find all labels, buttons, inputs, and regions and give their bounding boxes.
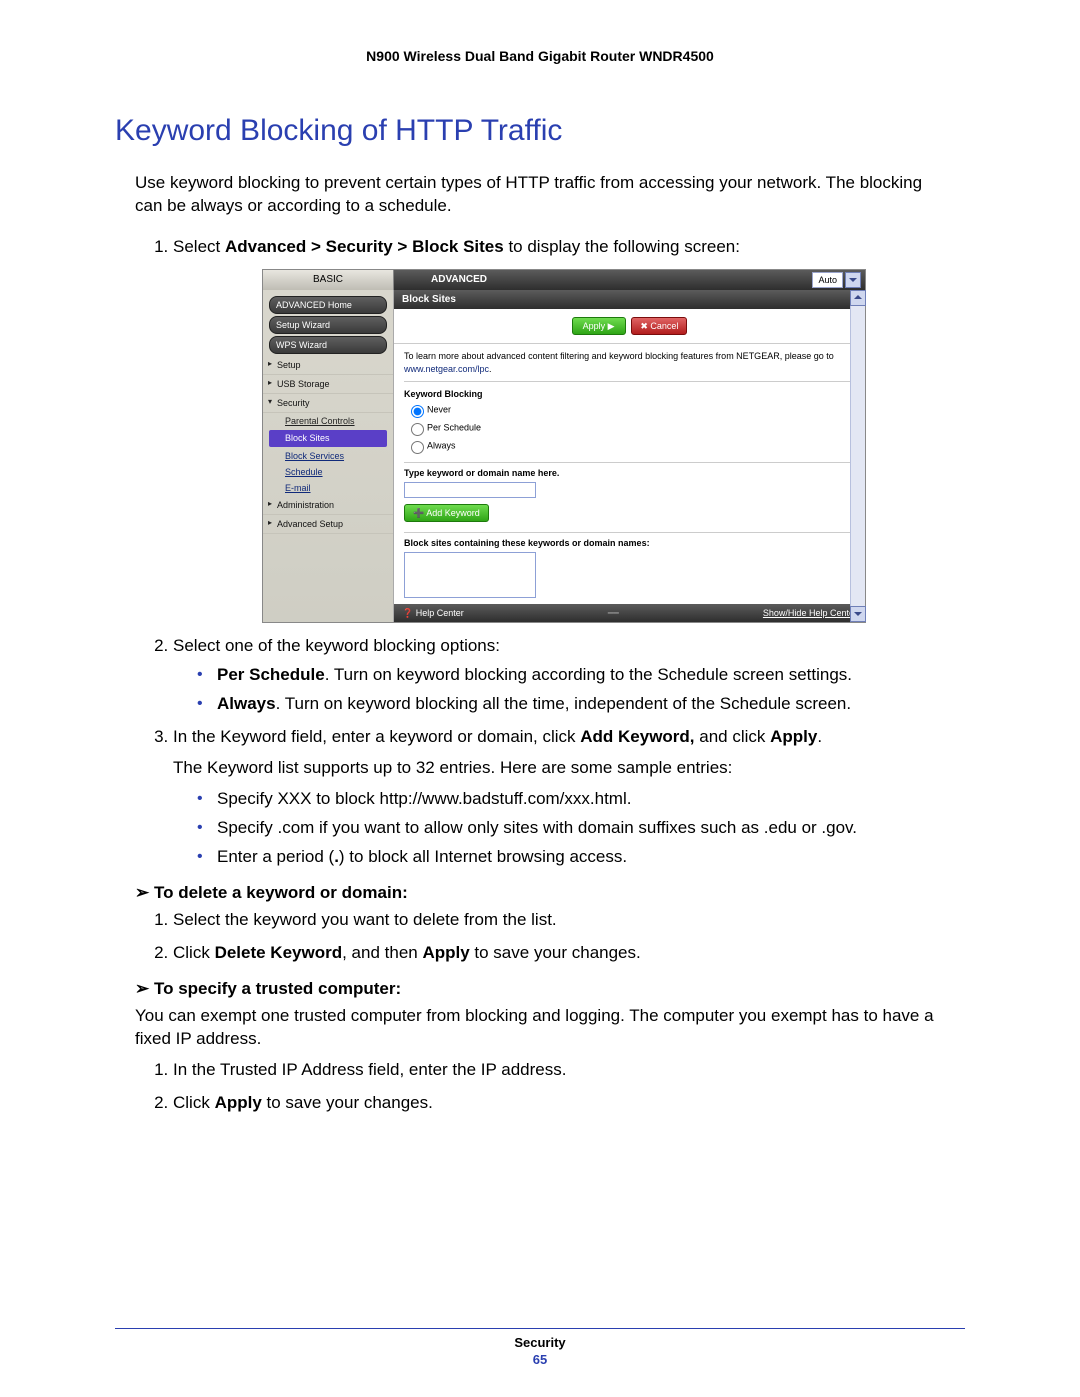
sidebar-wps-wizard[interactable]: WPS Wizard — [269, 336, 387, 354]
sidebar-item-advanced-setup[interactable]: Advanced Setup — [263, 515, 393, 534]
proc-delete-title: To delete a keyword or domain: — [135, 883, 945, 903]
sidebar-schedule[interactable]: Schedule — [263, 464, 393, 480]
sidebar-item-setup[interactable]: Setup — [263, 356, 393, 375]
sample-period: Enter a period (.) to block all Internet… — [197, 846, 955, 869]
sample-xxx: Specify XXX to block http://www.badstuff… — [197, 788, 955, 811]
proc-delete-step-2: Click Delete Keyword, and then Apply to … — [173, 942, 955, 965]
proc-trusted-title: To specify a trusted computer: — [135, 979, 945, 999]
radio-never-label: Never — [427, 404, 451, 414]
keyword-blocking-title: Keyword Blocking — [404, 388, 855, 400]
footer-rule — [115, 1328, 965, 1329]
cancel-button[interactable]: ✖ Cancel — [631, 317, 687, 335]
tab-basic[interactable]: BASIC — [263, 270, 394, 290]
step-1-path: Advanced > Security > Block Sites — [225, 237, 504, 256]
per-schedule-rest: . Turn on keyword blocking according to … — [325, 665, 852, 684]
proc-trusted-2-b: Apply — [215, 1093, 262, 1112]
sample-period-post: ) to block all Internet browsing access. — [339, 847, 627, 866]
panel-note-link[interactable]: www.netgear.com/lpc — [404, 364, 489, 374]
proc-trusted-2-pre: Click — [173, 1093, 215, 1112]
product-header: N900 Wireless Dual Band Gigabit Router W… — [115, 48, 965, 64]
footer-page-number: 65 — [115, 1352, 965, 1367]
step-2-text: Select one of the keyword blocking optio… — [173, 636, 500, 655]
proc-trusted-step-1: In the Trusted IP Address field, enter t… — [173, 1059, 955, 1082]
radio-never[interactable]: Never — [406, 402, 855, 418]
page-footer: Security 65 — [115, 1328, 965, 1367]
apply-button[interactable]: Apply ▶ — [572, 317, 626, 335]
show-hide-help[interactable]: Show/Hide Help Center — [763, 607, 857, 619]
step-3-plain: The Keyword list supports up to 32 entri… — [173, 757, 955, 780]
sidebar-item-admin[interactable]: Administration — [263, 496, 393, 515]
radio-per-schedule[interactable]: Per Schedule — [406, 420, 855, 436]
step-3-b2: Apply — [770, 727, 817, 746]
always-bold: Always — [217, 694, 276, 713]
intro-paragraph: Use keyword blocking to prevent certain … — [135, 172, 945, 218]
type-keyword-header: Type keyword or domain name here. — [404, 462, 855, 479]
block-list-box[interactable] — [404, 552, 536, 598]
step-1: Select Advanced > Security > Block Sites… — [173, 236, 955, 624]
step-3-mid: and click — [695, 727, 771, 746]
sidebar-block-sites[interactable]: Block Sites — [269, 430, 387, 446]
proc-trusted-intro: You can exempt one trusted computer from… — [135, 1005, 945, 1051]
step-3-pre: In the Keyword field, enter a keyword or… — [173, 727, 580, 746]
proc-delete-2-post: to save your changes. — [470, 943, 641, 962]
add-keyword-button[interactable]: ➕ Add Keyword — [404, 504, 489, 522]
sidebar-item-usb[interactable]: USB Storage — [263, 375, 393, 394]
radio-always-label: Always — [427, 440, 456, 450]
step-3: In the Keyword field, enter a keyword or… — [173, 726, 955, 869]
sidebar-setup-wizard[interactable]: Setup Wizard — [269, 316, 387, 334]
panel-note: To learn more about advanced content fil… — [404, 350, 855, 381]
sidebar-item-security[interactable]: Security — [263, 394, 393, 413]
tab-filler — [524, 270, 797, 290]
keyword-input[interactable] — [404, 482, 536, 498]
sidebar-block-services[interactable]: Block Services — [263, 448, 393, 464]
step-3-b1: Add Keyword, — [580, 727, 694, 746]
scroll-down-icon[interactable] — [850, 606, 866, 622]
step-1-post: to display the following screen: — [504, 237, 740, 256]
sample-com: Specify .com if you want to allow only s… — [197, 817, 955, 840]
tab-advanced[interactable]: ADVANCED — [394, 270, 524, 290]
footer-chapter: Security — [115, 1335, 965, 1350]
sidebar-parental-controls[interactable]: Parental Controls — [263, 413, 393, 429]
block-list-header: Block sites containing these keywords or… — [404, 532, 855, 549]
sidebar-email[interactable]: E-mail — [263, 480, 393, 496]
radio-per-schedule-label: Per Schedule — [427, 422, 481, 432]
sidebar-advanced-home[interactable]: ADVANCED Home — [269, 296, 387, 314]
radio-always[interactable]: Always — [406, 438, 855, 454]
page-title: Keyword Blocking of HTTP Traffic — [115, 114, 965, 148]
proc-delete-2-pre: Click — [173, 943, 215, 962]
auto-dropdown-icon[interactable] — [845, 272, 861, 288]
router-screenshot: BASIC ADVANCED Auto ADVANCED Home Setup … — [262, 269, 866, 624]
proc-delete-2-b2: Apply — [422, 943, 469, 962]
help-center[interactable]: ❓ Help Center — [402, 607, 464, 619]
step-2: Select one of the keyword blocking optio… — [173, 635, 955, 716]
step-2-opt-always: Always. Turn on keyword blocking all the… — [197, 693, 955, 716]
proc-delete-2-b1: Delete Keyword — [215, 943, 343, 962]
proc-delete-step-1: Select the keyword you want to delete fr… — [173, 909, 955, 932]
proc-trusted-2-post: to save your changes. — [262, 1093, 433, 1112]
sample-period-pre: Enter a period ( — [217, 847, 334, 866]
step-1-pre: Select — [173, 237, 225, 256]
proc-trusted-step-2: Click Apply to save your changes. — [173, 1092, 955, 1115]
always-rest: . Turn on keyword blocking all the time,… — [276, 694, 852, 713]
scrollbar[interactable] — [850, 290, 865, 623]
step-2-opt-per-schedule: Per Schedule. Turn on keyword blocking a… — [197, 664, 955, 687]
scroll-up-icon[interactable] — [850, 290, 866, 306]
per-schedule-bold: Per Schedule — [217, 665, 325, 684]
panel-title: Block Sites — [394, 290, 865, 310]
auto-button[interactable]: Auto — [812, 272, 843, 288]
proc-delete-2-mid: , and then — [342, 943, 422, 962]
panel-note-text: To learn more about advanced content fil… — [404, 351, 834, 361]
resize-handle-icon[interactable]: ━━ — [588, 607, 638, 619]
sidebar: ADVANCED Home Setup Wizard WPS Wizard Se… — [263, 290, 394, 623]
